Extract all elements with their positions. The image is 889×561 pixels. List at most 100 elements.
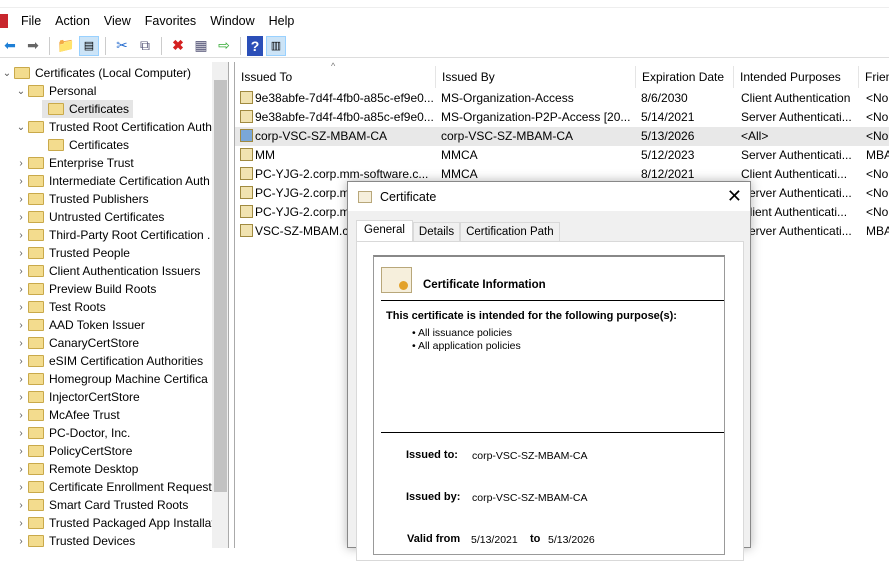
chevron-right-icon[interactable]: › <box>14 428 28 439</box>
tree-item[interactable]: › Trusted Publishers <box>14 190 148 208</box>
chevron-right-icon[interactable]: › <box>14 302 28 313</box>
chevron-right-icon[interactable]: › <box>14 248 28 259</box>
chevron-right-icon[interactable]: › <box>14 338 28 349</box>
chevron-right-icon[interactable]: › <box>14 158 28 169</box>
cell-text: 8/12/2021 <box>641 167 695 181</box>
chevron-right-icon[interactable]: › <box>14 500 28 511</box>
close-icon[interactable]: ✕ <box>727 186 742 207</box>
menu-file[interactable]: File <box>14 14 48 28</box>
menu-help[interactable]: Help <box>262 14 302 28</box>
menu-view[interactable]: View <box>97 14 138 28</box>
column-issued-by[interactable]: Issued By <box>436 66 636 88</box>
table-cell: <None> <box>866 89 889 108</box>
chevron-down-icon[interactable]: ⌄ <box>14 122 28 133</box>
forward-icon[interactable]: ➡ <box>23 36 43 56</box>
folder-icon <box>28 247 44 259</box>
tree-scrollbar-thumb[interactable] <box>214 80 227 492</box>
tree-item-label: AAD Token Issuer <box>49 318 145 332</box>
cell-text: Server Authenticati... <box>741 148 852 162</box>
table-row[interactable]: 9e38abfe-7d4f-4fb0-a85c-ef9e0... MS-Organ… <box>235 108 889 127</box>
chevron-down-icon[interactable]: ⌄ <box>0 68 14 79</box>
column-issued-to[interactable]: Issued To <box>235 66 436 88</box>
tree-item[interactable]: › Enterprise Trust <box>14 154 133 172</box>
tree-item[interactable]: › PC-Doctor, Inc. <box>14 424 130 442</box>
tree-item[interactable]: › Test Roots <box>14 298 105 316</box>
tab-details[interactable]: Details <box>412 222 461 241</box>
chevron-right-icon[interactable]: › <box>14 482 28 493</box>
tree-item[interactable]: › AAD Token Issuer <box>14 316 145 334</box>
certificate-icon <box>358 190 372 203</box>
column-friendly-name[interactable]: Friendly Name <box>859 66 889 88</box>
chevron-down-icon[interactable]: ⌄ <box>14 86 28 97</box>
column-intended-purposes[interactable]: Intended Purposes <box>734 66 859 88</box>
tree-item[interactable]: › Smart Card Trusted Roots <box>14 496 188 514</box>
help-icon[interactable]: ? <box>247 35 263 56</box>
chevron-right-icon[interactable]: › <box>14 410 28 421</box>
tree-item[interactable]: › Third-Party Root Certification . <box>14 226 210 244</box>
back-icon[interactable]: ⬅ <box>0 36 20 56</box>
tab-certification-path[interactable]: Certification Path <box>460 222 560 241</box>
chevron-right-icon[interactable]: › <box>14 320 28 331</box>
chevron-right-icon[interactable]: › <box>14 212 28 223</box>
chevron-right-icon[interactable]: › <box>14 464 28 475</box>
copy-icon[interactable]: ⧉ <box>135 36 155 56</box>
chevron-right-icon[interactable]: › <box>14 536 28 547</box>
table-row[interactable]: 9e38abfe-7d4f-4fb0-a85c-ef9e0... MS-Organ… <box>235 89 889 108</box>
chevron-right-icon[interactable]: › <box>14 266 28 277</box>
tree-item[interactable]: › Remote Desktop <box>14 460 138 478</box>
tree-item[interactable]: › Trusted Packaged App Installat <box>14 514 214 532</box>
tab-general[interactable]: General <box>356 220 413 242</box>
cell-text: 8/6/2030 <box>641 91 688 105</box>
toolbar-separator <box>240 36 241 55</box>
chevron-right-icon[interactable]: › <box>14 446 28 457</box>
tree-item[interactable]: › CanaryCertStore <box>14 334 139 352</box>
show-hide-tree-icon[interactable]: ▤ <box>79 35 99 56</box>
folder-icon <box>28 157 44 169</box>
delete-icon[interactable]: ✖ <box>168 36 188 56</box>
folder-icon <box>28 121 44 133</box>
tree-item[interactable]: › Preview Build Roots <box>14 280 156 298</box>
tree-item[interactable]: ⌄ Trusted Root Certification Auth <box>14 118 212 136</box>
tree-item[interactable]: ⌄ Certificates (Local Computer) <box>0 64 191 82</box>
menu-action[interactable]: Action <box>48 14 97 28</box>
tree-item[interactable]: Certificates <box>42 100 134 118</box>
menu-favorites[interactable]: Favorites <box>138 14 203 28</box>
chevron-right-icon[interactable]: › <box>14 392 28 403</box>
chevron-right-icon[interactable]: › <box>14 518 28 529</box>
tree-item[interactable]: › Homegroup Machine Certifica <box>14 370 207 388</box>
action-pane-icon[interactable]: ▥ <box>266 35 286 56</box>
tree-item[interactable]: ⌄ Personal <box>14 82 97 100</box>
chevron-right-icon[interactable]: › <box>14 374 28 385</box>
cell-text: MS-Organization-P2P-Access [20... <box>441 110 631 124</box>
tree-item[interactable]: › McAfee Trust <box>14 406 119 424</box>
export-icon[interactable]: ⇨ <box>214 36 234 56</box>
tree-item-label: Third-Party Root Certification . <box>49 228 211 242</box>
table-row[interactable]: MM MMCA 5/12/2023 Server Authenticati... MBA… <box>235 146 889 165</box>
tree-item[interactable]: Certificates <box>42 136 129 154</box>
properties-icon[interactable]: ▦ <box>191 36 211 56</box>
tree-item[interactable]: › InjectorCertStore <box>14 388 139 406</box>
tree-item[interactable]: › Untrusted Certificates <box>14 208 164 226</box>
tree-item[interactable]: › Trusted People <box>14 244 130 262</box>
cut-icon[interactable]: ✂ <box>112 36 132 56</box>
column-expiration-date[interactable]: Expiration Date <box>636 66 734 88</box>
tree-item[interactable]: › Intermediate Certification Auth <box>14 172 209 190</box>
table-row[interactable]: corp-VSC-SZ-MBAM-CA corp-VSC-SZ-MBAM-CA 5/… <box>235 127 889 146</box>
tree-item[interactable]: › PolicyCertStore <box>14 442 132 460</box>
purpose-item: • All issuance policies <box>412 327 512 339</box>
folder-icon <box>28 373 44 385</box>
chevron-right-icon[interactable]: › <box>14 230 28 241</box>
valid-from-value: 5/13/2021 <box>471 534 518 546</box>
chevron-right-icon[interactable]: › <box>14 194 28 205</box>
cell-text: <None> <box>866 186 889 200</box>
menu-window[interactable]: Window <box>203 14 261 28</box>
chevron-right-icon[interactable]: › <box>14 356 28 367</box>
chevron-right-icon[interactable]: › <box>14 284 28 295</box>
up-folder-icon[interactable]: 📁 <box>56 36 76 56</box>
tree-item[interactable]: › eSIM Certification Authorities <box>14 352 203 370</box>
tree-item[interactable]: › Trusted Devices <box>14 532 135 548</box>
cell-text: MS-Organization-Access <box>441 91 574 105</box>
tree-item[interactable]: › Certificate Enrollment Request <box>14 478 211 496</box>
tree-item[interactable]: › Client Authentication Issuers <box>14 262 200 280</box>
chevron-right-icon[interactable]: › <box>14 176 28 187</box>
